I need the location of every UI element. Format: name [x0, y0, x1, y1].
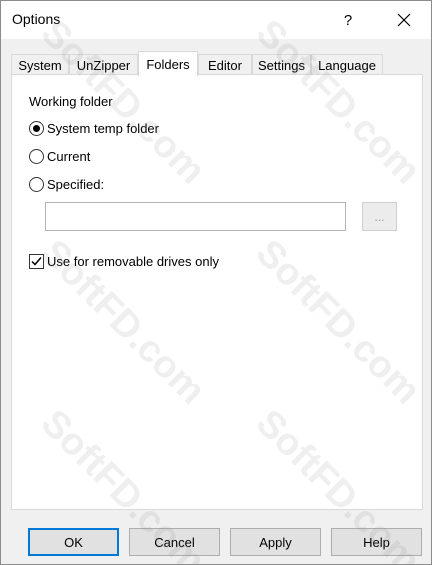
help-icon[interactable]: ? [326, 1, 370, 39]
options-dialog: Options ? System UnZipper Folders Editor… [0, 0, 432, 565]
close-button[interactable] [379, 1, 429, 39]
tab-strip: System UnZipper Folders Editor Settings … [11, 51, 423, 76]
radio-label: Specified: [47, 176, 105, 192]
radio-dot-icon [29, 148, 44, 164]
radio-label: Current [47, 148, 91, 164]
help-button[interactable]: Help [331, 528, 422, 556]
radio-system-temp[interactable]: System temp folder [29, 119, 159, 137]
radio-label: System temp folder [47, 120, 159, 136]
window-title: Options [12, 11, 61, 27]
radio-specified[interactable]: Specified: [29, 175, 104, 193]
tab-editor[interactable]: Editor [198, 54, 252, 75]
ok-button[interactable]: OK [28, 528, 119, 556]
radio-dot-checked-icon [29, 120, 44, 136]
removable-drives-label: Use for removable drives only [47, 253, 219, 269]
cancel-button[interactable]: Cancel [129, 528, 220, 556]
tab-unzipper[interactable]: UnZipper [69, 54, 138, 75]
tab-system[interactable]: System [11, 54, 69, 75]
radio-dot-icon [29, 176, 44, 192]
checkmark-icon [31, 256, 42, 266]
specified-folder-input[interactable] [45, 202, 346, 231]
folders-panel: Working folder System temp folder Curren… [11, 74, 423, 510]
removable-drives-checkbox[interactable]: Use for removable drives only [29, 252, 219, 270]
title-bar[interactable]: Options ? [1, 1, 431, 39]
checkbox-box [29, 253, 44, 269]
tab-folders[interactable]: Folders [138, 51, 198, 76]
tab-settings[interactable]: Settings [252, 54, 311, 75]
working-folder-label: Working folder [29, 94, 113, 109]
close-icon [397, 13, 411, 27]
radio-current[interactable]: Current [29, 147, 90, 165]
browse-button[interactable]: ... [362, 202, 397, 231]
tab-language[interactable]: Language [311, 54, 383, 75]
apply-button[interactable]: Apply [230, 528, 321, 556]
